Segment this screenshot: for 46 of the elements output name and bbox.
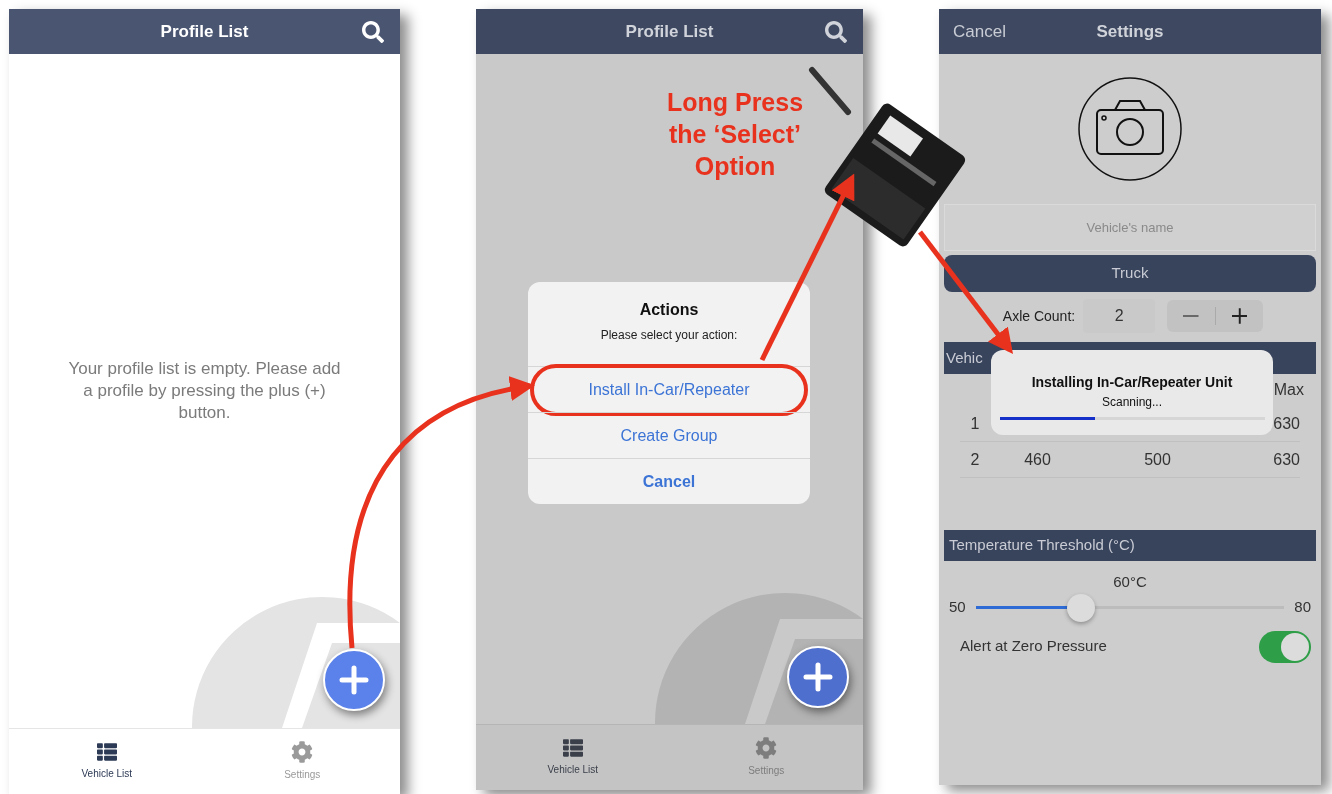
table-cell: 460 [1024, 450, 1051, 468]
progress-title: Installing In-Car/Repeater Unit [1031, 373, 1233, 392]
slider-min-label: 50 [949, 597, 966, 618]
gear-icon [291, 741, 314, 763]
dialog-option[interactable]: Create Group [534, 413, 804, 458]
table-cell-text: 2 [969, 449, 981, 470]
empty-list-message: Your profile list is empty. Please add a profile by pressing the plus (+) button. [67, 358, 342, 424]
search-icon[interactable] [362, 20, 384, 43]
column-header: Max [1273, 380, 1304, 400]
slider-max-label: 80 [1294, 597, 1311, 618]
table-cell: 630 [1273, 450, 1300, 468]
tab-item[interactable]: Settings [669, 725, 863, 790]
cancel-button[interactable]: Cancel [953, 18, 1006, 45]
gear-icon [755, 737, 778, 759]
list-icon [560, 738, 585, 758]
table-cell: 500 [1144, 450, 1171, 468]
camera-icon [1077, 76, 1183, 182]
plus-icon [339, 665, 369, 695]
table-cell-text: 1 [969, 413, 981, 434]
annotation-text: Long Press the ‘Select’ Option [665, 87, 805, 182]
dialog-option[interactable]: Cancel [534, 459, 804, 504]
tab-item[interactable]: Vehicle List [9, 729, 205, 794]
tab-item[interactable]: Vehicle List [476, 725, 670, 790]
table-cell: 630 [1273, 414, 1300, 432]
search-icon[interactable] [825, 20, 847, 43]
tab-item[interactable]: Settings [204, 729, 400, 794]
dialog-message: Please select your action: [600, 327, 738, 344]
slider-thumb[interactable] [1066, 593, 1095, 622]
screen-title: Profile List [160, 20, 249, 43]
screen-title: Settings [1096, 20, 1164, 43]
axle-count-label: Axle Count: [1002, 306, 1076, 326]
progress-message: Scanning... [1101, 394, 1162, 411]
alert-label: Alert at Zero Pressure [960, 636, 1107, 657]
screen-title: Profile List [625, 20, 714, 43]
dialog-title: Actions [639, 300, 699, 320]
vehicle-name-field[interactable]: Vehicle's name [944, 204, 1316, 251]
plus-icon[interactable] [1231, 308, 1248, 324]
section-title: Temperature Threshold (°C) [949, 535, 1135, 556]
plus-icon [803, 662, 833, 692]
toggle-switch[interactable] [1259, 630, 1311, 663]
slider[interactable] [975, 593, 1285, 622]
slider-reading: 60°C [1113, 572, 1147, 592]
vehicle-type-button[interactable]: Truck [944, 255, 1316, 292]
axle-count-value: 2 [1083, 299, 1156, 333]
list-icon [94, 742, 119, 762]
section-title: Vehic [946, 347, 983, 368]
